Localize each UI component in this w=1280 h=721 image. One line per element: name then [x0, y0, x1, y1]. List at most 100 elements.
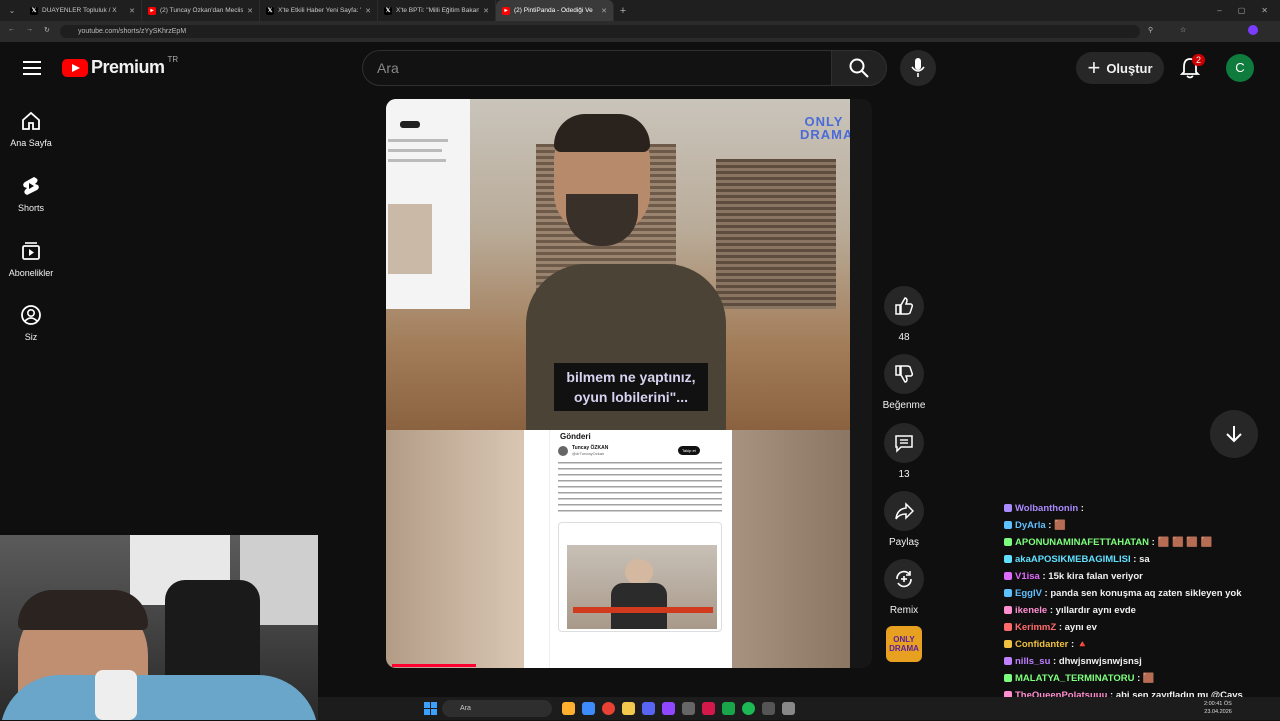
comment-count: 13	[898, 469, 910, 480]
shorts-video-player[interactable]: ONLY DRAMA bilmem ne yaptınız, oyun lobi…	[386, 99, 872, 668]
avatar-letter: C	[1235, 60, 1245, 75]
new-tab-button[interactable]: +	[614, 5, 632, 17]
notifications-button[interactable]: 2	[1177, 54, 1206, 81]
tab-title: X'te BPTi: "Milli Eğitim Bakanı Y	[396, 7, 480, 14]
chat-badge-icon	[1004, 504, 1012, 512]
steam-icon[interactable]	[682, 702, 695, 715]
next-video-button[interactable]	[1210, 410, 1258, 458]
browser-tab[interactable]: 𝕏 X'te Etkili Haber Yeni Sayfa: "Ci ✕	[260, 0, 378, 21]
menu-icon[interactable]	[20, 56, 44, 80]
chat-text: panda sen konuşma aq zaten sikleyen yok	[1050, 588, 1242, 599]
sidebar-item-home[interactable]: Ana Sayfa	[0, 110, 62, 148]
quoted-tweet	[558, 522, 722, 632]
discord-icon[interactable]	[642, 702, 655, 715]
tweet-handle: @drTuncayOzkan	[572, 451, 605, 456]
chat-text: 🟫	[1142, 673, 1155, 684]
folder-icon[interactable]	[622, 702, 635, 715]
maximize-icon[interactable]: ▢	[1238, 6, 1246, 15]
search-input[interactable]: Ara	[362, 50, 832, 86]
sidebar-item-shorts[interactable]: Shorts	[0, 175, 62, 213]
chat-text: 🟫	[1054, 520, 1066, 531]
tab-title: X'te Etkili Haber Yeni Sayfa: "Ci	[278, 7, 362, 14]
zoom-icon[interactable]: ⚲	[1148, 26, 1153, 34]
app-icon-red[interactable]	[702, 702, 715, 715]
app-icon-green[interactable]	[722, 702, 735, 715]
tweet-card: Gönderi Tuncay ÖZKAN @drTuncayOzkan Taki…	[524, 430, 732, 668]
minimize-icon[interactable]: –	[1217, 6, 1221, 15]
profile-icon[interactable]	[1248, 25, 1258, 35]
chat-username: KerimmZ	[1015, 622, 1057, 633]
chat-message: APONUNAMINAFETTAHATAN : 🟫 🟫 🟫 🟫	[1004, 534, 1280, 551]
close-window-icon[interactable]: ✕	[1261, 6, 1268, 15]
chat-text: 15k kira falan veriyor	[1048, 571, 1143, 582]
taskbar-clock[interactable]: 2:00:41 ÖS 23.04.2026	[1204, 700, 1232, 716]
chat-message: Confidanter : 🔺	[1004, 636, 1280, 653]
obs-icon[interactable]	[762, 702, 775, 715]
sidebar-item-subscriptions[interactable]: Abonelikler	[0, 240, 62, 278]
browser-tab[interactable]: 𝕏 X'te BPTi: "Milli Eğitim Bakanı Y ✕	[378, 0, 496, 21]
sidebar-label-subscriptions: Abonelikler	[8, 268, 54, 278]
create-button[interactable]: + Oluştur	[1076, 52, 1164, 84]
x-logo-icon: 𝕏	[30, 6, 38, 15]
like-button[interactable]: 48	[879, 286, 929, 343]
chat-separator: :	[1047, 605, 1056, 616]
forward-icon[interactable]: →	[26, 26, 33, 33]
back-icon[interactable]: ←	[8, 26, 15, 33]
remix-label: Remix	[889, 605, 919, 616]
chat-badge-icon	[1004, 657, 1012, 665]
taskbar-time: 2:00:41 ÖS	[1204, 701, 1232, 707]
youtube-icon: ▸	[502, 6, 510, 15]
close-tab-icon[interactable]: ✕	[247, 7, 253, 15]
chat-username: Wolbanthonin	[1015, 503, 1079, 514]
chat-username: nills_su	[1015, 656, 1051, 667]
video-lower-scene: Gönderi Tuncay ÖZKAN @drTuncayOzkan Taki…	[386, 430, 850, 668]
taskbar-search[interactable]: Ara	[442, 700, 552, 717]
video-subtitle: bilmem ne yaptınız, oyun lobilerini"...	[554, 363, 708, 411]
file-explorer-icon[interactable]	[562, 702, 575, 715]
spotify-icon[interactable]	[742, 702, 755, 715]
chat-message: ikenele : yıllardır aynı evde	[1004, 602, 1280, 619]
voice-search-button[interactable]	[900, 50, 936, 86]
browser-tab-active[interactable]: ▸ (2) PintiPanda - Ödediği Ve ✕	[496, 0, 614, 21]
url-field[interactable]: youtube.com/shorts/zYySKhrzEpM	[60, 25, 1140, 38]
chat-badge-icon	[1004, 589, 1012, 597]
app-icon-gray[interactable]	[782, 702, 795, 715]
dislike-label: Beğenme	[882, 400, 926, 411]
tweet-screenshot-overlay	[386, 99, 470, 309]
reload-icon[interactable]: ↻	[44, 26, 50, 34]
live-chat-overlay: Wolbanthonin : DyArla : 🟫 APONUNAMINAFETT…	[1004, 500, 1280, 720]
windows-start-icon[interactable]	[424, 702, 437, 715]
share-button[interactable]: Paylaş	[879, 491, 929, 548]
twitch-icon[interactable]	[662, 702, 675, 715]
comments-button[interactable]: 13	[879, 423, 929, 480]
video-progress-bar[interactable]	[392, 664, 476, 667]
tab-search-icon[interactable]: ⌄	[0, 0, 24, 21]
close-tab-icon[interactable]: ✕	[483, 7, 489, 15]
channel-thumbnail[interactable]: ONLY DRAMA	[886, 626, 922, 662]
dislike-button[interactable]: Beğenme	[879, 354, 929, 411]
close-tab-icon[interactable]: ✕	[129, 7, 135, 15]
chat-separator: :	[1056, 622, 1065, 633]
chat-text: 🔺	[1076, 639, 1089, 650]
chrome-icon[interactable]	[602, 702, 615, 715]
chat-separator: :	[1068, 639, 1077, 650]
webcam-overlay	[0, 535, 318, 720]
edge-icon[interactable]	[582, 702, 595, 715]
browser-tab[interactable]: ▸ (2) Tuncay Özkan'dan Meclis'te ✕	[142, 0, 260, 21]
chat-separator: :	[1045, 520, 1055, 531]
remix-button[interactable]: Remix	[879, 559, 929, 616]
region-code: TR	[167, 55, 179, 64]
close-tab-icon[interactable]: ✕	[601, 7, 607, 15]
avatar[interactable]: C	[1226, 54, 1254, 82]
close-tab-icon[interactable]: ✕	[365, 7, 371, 15]
bookmark-star-icon[interactable]: ☆	[1180, 26, 1186, 34]
chat-badge-icon	[1004, 521, 1012, 529]
sidebar-item-you[interactable]: Siz	[0, 304, 62, 342]
chat-message: KerimmZ : aynı ev	[1004, 619, 1280, 636]
youtube-premium-logo[interactable]: Premium TR	[62, 55, 179, 78]
search-button[interactable]	[831, 50, 887, 86]
chat-username: DyArla	[1015, 520, 1046, 531]
browser-tab[interactable]: 𝕏 DUAYENLER Topluluk / X ✕	[24, 0, 142, 21]
plus-icon: +	[1087, 55, 1101, 80]
chat-separator: :	[1134, 673, 1143, 684]
